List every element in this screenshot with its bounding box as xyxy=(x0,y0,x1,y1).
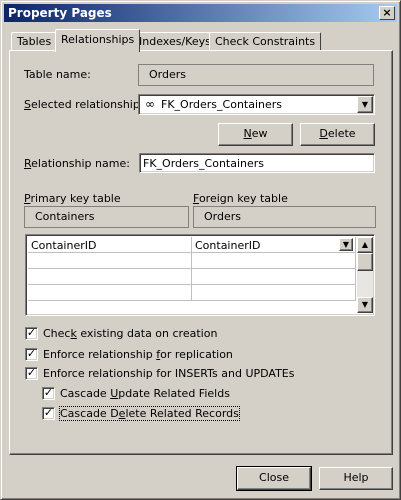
check-existing-data-label: Check existing data on creation xyxy=(43,327,218,340)
table-name-label: Table name: xyxy=(24,68,91,81)
relationship-name-label: Relationship name: xyxy=(24,157,130,170)
relationship-name-value: FK_Orders_Containers xyxy=(143,157,265,170)
primary-key-table-label: Primary key table xyxy=(24,192,121,205)
enforce-replication-label: Enforce relationship for replication xyxy=(43,348,233,361)
relationship-name-input[interactable]: FK_Orders_Containers xyxy=(139,153,375,173)
selected-relationship-value: FK_Orders_Containers xyxy=(161,98,283,111)
scroll-down-icon[interactable]: ▼ xyxy=(357,297,373,313)
key-columns-grid[interactable]: ContainerID ContainerID ▼ ▲ ▼ xyxy=(25,234,375,316)
cascade-delete-checkbox[interactable]: ✓ xyxy=(42,407,55,420)
table-name-field: Orders xyxy=(138,64,374,86)
selected-relationship-combo[interactable]: ∞ FK_Orders_Containers ▼ xyxy=(138,94,375,115)
enforce-inserts-updates-checkbox[interactable]: ✓ xyxy=(25,367,38,380)
tab-indexes-keys[interactable]: Indexes/Keys xyxy=(133,32,217,51)
new-button[interactable]: New xyxy=(218,123,293,146)
delete-button[interactable]: Delete xyxy=(300,123,375,146)
scroll-up-icon[interactable]: ▲ xyxy=(357,237,373,253)
selected-relationship-label: Selected relationship: xyxy=(24,98,144,111)
foreign-column-cell[interactable]: ContainerID xyxy=(192,237,356,253)
property-pages-window: Property Pages × Tables Relationships In… xyxy=(0,0,401,500)
primary-column-cell[interactable] xyxy=(28,269,192,285)
chevron-down-icon[interactable]: ▼ xyxy=(339,238,353,251)
foreign-column-value: ContainerID xyxy=(195,239,261,252)
enforce-replication-checkbox[interactable]: ✓ xyxy=(25,348,38,361)
chevron-down-icon[interactable]: ▼ xyxy=(357,96,373,113)
primary-key-table-field: Containers xyxy=(24,206,189,228)
tab-relationships-label: Relationships xyxy=(61,33,135,46)
title-bar[interactable]: Property Pages × xyxy=(4,4,397,22)
relationship-icon: ∞ xyxy=(145,97,155,111)
window-title: Property Pages xyxy=(8,6,112,20)
close-button[interactable]: Close xyxy=(236,466,312,491)
foreign-column-cell[interactable] xyxy=(192,285,356,301)
check-existing-data-checkbox[interactable]: ✓ xyxy=(25,327,38,340)
cascade-update-label: Cascade Update Related Fields xyxy=(60,387,230,400)
primary-column-cell[interactable] xyxy=(28,285,192,301)
grid-scrollbar[interactable]: ▲ ▼ xyxy=(357,237,373,313)
primary-column-cell[interactable]: ContainerID xyxy=(28,237,192,253)
foreign-column-cell[interactable] xyxy=(192,269,356,285)
relationships-panel: Table name: Orders Selected relationship… xyxy=(9,50,393,455)
tab-relationships[interactable]: Relationships xyxy=(55,29,141,52)
tab-check-constraints[interactable]: Check Constraints xyxy=(209,32,322,51)
foreign-key-table-label: Foreign key table xyxy=(193,192,288,205)
primary-column-cell[interactable] xyxy=(28,253,192,269)
cascade-update-checkbox[interactable]: ✓ xyxy=(42,387,55,400)
foreign-column-cell[interactable] xyxy=(192,253,356,269)
tab-tables[interactable]: Tables xyxy=(11,32,58,51)
cascade-delete-label: Cascade Delete Related Records xyxy=(59,406,240,421)
close-window-button[interactable]: × xyxy=(379,6,395,20)
scroll-thumb[interactable] xyxy=(357,253,373,271)
help-button[interactable]: Help xyxy=(319,467,393,490)
foreign-key-table-field: Orders xyxy=(193,206,376,228)
enforce-inserts-updates-label: Enforce relationship for INSERTs and UPD… xyxy=(43,367,295,380)
